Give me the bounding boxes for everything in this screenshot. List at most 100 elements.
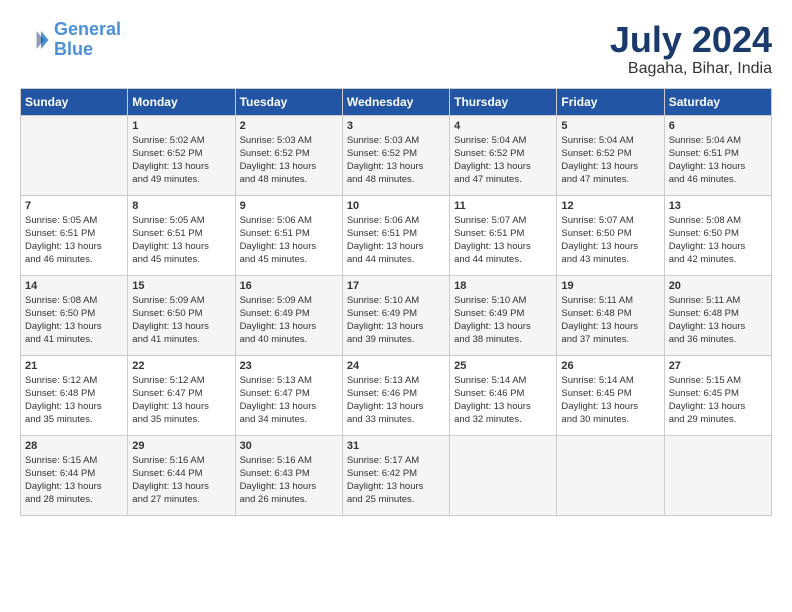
day-info: Sunrise: 5:04 AM Sunset: 6:51 PM Dayligh… — [669, 134, 767, 187]
day-info: Sunrise: 5:07 AM Sunset: 6:50 PM Dayligh… — [561, 214, 659, 267]
calendar-cell: 29Sunrise: 5:16 AM Sunset: 6:44 PM Dayli… — [128, 435, 235, 515]
calendar-cell: 19 Sunrise: 5:11 AM Sunset: 6:48 PM Dayli… — [557, 275, 664, 355]
day-number: 8 — [132, 200, 230, 212]
day-info: Sunrise: 5:13 AM Sunset: 6:47 PM Dayligh… — [240, 374, 338, 427]
calendar-cell: 14 Sunrise: 5:08 AM Sunset: 6:50 PM Dayli… — [21, 275, 128, 355]
calendar-cell: 12 Sunrise: 5:07 AM Sunset: 6:50 PM Dayli… — [557, 195, 664, 275]
calendar-cell: 24 Sunrise: 5:13 AM Sunset: 6:46 PM Dayli… — [342, 355, 449, 435]
day-number: 20 — [669, 280, 767, 292]
day-number: 22 — [132, 360, 230, 372]
calendar-cell: 5 Sunrise: 5:04 AM Sunset: 6:52 PM Daylig… — [557, 115, 664, 195]
calendar-cell: 3 Sunrise: 5:03 AM Sunset: 6:52 PM Daylig… — [342, 115, 449, 195]
day-info: Sunrise: 5:06 AM Sunset: 6:51 PM Dayligh… — [240, 214, 338, 267]
day-info: Sunrise: 5:10 AM Sunset: 6:49 PM Dayligh… — [454, 294, 552, 347]
calendar-cell: 20 Sunrise: 5:11 AM Sunset: 6:48 PM Dayli… — [664, 275, 771, 355]
calendar-cell: 15 Sunrise: 5:09 AM Sunset: 6:50 PM Dayli… — [128, 275, 235, 355]
month-year: July 2024 — [610, 20, 772, 60]
title-block: July 2024 Bagaha, Bihar, India — [610, 20, 772, 78]
day-number: 30 — [240, 440, 338, 452]
calendar-table: SundayMondayTuesdayWednesdayThursdayFrid… — [20, 88, 772, 516]
day-number: 25 — [454, 360, 552, 372]
day-info: Sunrise: 5:08 AM Sunset: 6:50 PM Dayligh… — [25, 294, 123, 347]
day-number: 24 — [347, 360, 445, 372]
calendar-cell: 13 Sunrise: 5:08 AM Sunset: 6:50 PM Dayli… — [664, 195, 771, 275]
calendar-cell: 26 Sunrise: 5:14 AM Sunset: 6:45 PM Dayli… — [557, 355, 664, 435]
day-number: 19 — [561, 280, 659, 292]
day-info: Sunrise: 5:15 AM Sunset: 6:44 PM Dayligh… — [25, 454, 123, 507]
calendar-cell: 1Sunrise: 5:02 AM Sunset: 6:52 PM Daylig… — [128, 115, 235, 195]
calendar-cell: 10 Sunrise: 5:06 AM Sunset: 6:51 PM Dayli… — [342, 195, 449, 275]
day-info: Sunrise: 5:06 AM Sunset: 6:51 PM Dayligh… — [347, 214, 445, 267]
calendar-cell: 7 Sunrise: 5:05 AM Sunset: 6:51 PM Daylig… — [21, 195, 128, 275]
calendar-cell: 17 Sunrise: 5:10 AM Sunset: 6:49 PM Dayli… — [342, 275, 449, 355]
day-info: Sunrise: 5:04 AM Sunset: 6:52 PM Dayligh… — [561, 134, 659, 187]
day-number: 14 — [25, 280, 123, 292]
day-info: Sunrise: 5:05 AM Sunset: 6:51 PM Dayligh… — [132, 214, 230, 267]
column-header-sunday: Sunday — [21, 88, 128, 115]
day-number: 7 — [25, 200, 123, 212]
day-number: 1 — [132, 120, 230, 132]
day-info: Sunrise: 5:14 AM Sunset: 6:45 PM Dayligh… — [561, 374, 659, 427]
day-info: Sunrise: 5:14 AM Sunset: 6:46 PM Dayligh… — [454, 374, 552, 427]
day-number: 2 — [240, 120, 338, 132]
day-number: 5 — [561, 120, 659, 132]
calendar-cell: 23 Sunrise: 5:13 AM Sunset: 6:47 PM Dayli… — [235, 355, 342, 435]
calendar-cell: 21Sunrise: 5:12 AM Sunset: 6:48 PM Dayli… — [21, 355, 128, 435]
calendar-cell: 8 Sunrise: 5:05 AM Sunset: 6:51 PM Daylig… — [128, 195, 235, 275]
calendar-week-1: 1Sunrise: 5:02 AM Sunset: 6:52 PM Daylig… — [21, 115, 772, 195]
day-number: 21 — [25, 360, 123, 372]
day-number: 23 — [240, 360, 338, 372]
day-info: Sunrise: 5:09 AM Sunset: 6:49 PM Dayligh… — [240, 294, 338, 347]
day-number: 11 — [454, 200, 552, 212]
day-number: 18 — [454, 280, 552, 292]
calendar-cell: 11Sunrise: 5:07 AM Sunset: 6:51 PM Dayli… — [450, 195, 557, 275]
day-info: Sunrise: 5:05 AM Sunset: 6:51 PM Dayligh… — [25, 214, 123, 267]
calendar-week-3: 14 Sunrise: 5:08 AM Sunset: 6:50 PM Dayli… — [21, 275, 772, 355]
calendar-week-2: 7 Sunrise: 5:05 AM Sunset: 6:51 PM Daylig… — [21, 195, 772, 275]
day-info: Sunrise: 5:08 AM Sunset: 6:50 PM Dayligh… — [669, 214, 767, 267]
day-number: 6 — [669, 120, 767, 132]
calendar-cell — [21, 115, 128, 195]
day-info: Sunrise: 5:11 AM Sunset: 6:48 PM Dayligh… — [561, 294, 659, 347]
calendar-cell: 4Sunrise: 5:04 AM Sunset: 6:52 PM Daylig… — [450, 115, 557, 195]
calendar-cell: 16 Sunrise: 5:09 AM Sunset: 6:49 PM Dayli… — [235, 275, 342, 355]
day-info: Sunrise: 5:03 AM Sunset: 6:52 PM Dayligh… — [347, 134, 445, 187]
column-header-thursday: Thursday — [450, 88, 557, 115]
day-number: 10 — [347, 200, 445, 212]
day-info: Sunrise: 5:10 AM Sunset: 6:49 PM Dayligh… — [347, 294, 445, 347]
calendar-cell: 30 Sunrise: 5:16 AM Sunset: 6:43 PM Dayli… — [235, 435, 342, 515]
calendar-cell: 25 Sunrise: 5:14 AM Sunset: 6:46 PM Dayli… — [450, 355, 557, 435]
day-info: Sunrise: 5:09 AM Sunset: 6:50 PM Dayligh… — [132, 294, 230, 347]
day-number: 12 — [561, 200, 659, 212]
column-header-wednesday: Wednesday — [342, 88, 449, 115]
day-info: Sunrise: 5:16 AM Sunset: 6:44 PM Dayligh… — [132, 454, 230, 507]
column-header-saturday: Saturday — [664, 88, 771, 115]
calendar-cell: 6 Sunrise: 5:04 AM Sunset: 6:51 PM Daylig… — [664, 115, 771, 195]
day-number: 16 — [240, 280, 338, 292]
calendar-cell: 27 Sunrise: 5:15 AM Sunset: 6:45 PM Dayli… — [664, 355, 771, 435]
day-info: Sunrise: 5:15 AM Sunset: 6:45 PM Dayligh… — [669, 374, 767, 427]
day-number: 31 — [347, 440, 445, 452]
day-number: 27 — [669, 360, 767, 372]
logo: General Blue — [20, 20, 121, 60]
column-header-friday: Friday — [557, 88, 664, 115]
day-info: Sunrise: 5:11 AM Sunset: 6:48 PM Dayligh… — [669, 294, 767, 347]
calendar-cell: 9Sunrise: 5:06 AM Sunset: 6:51 PM Daylig… — [235, 195, 342, 275]
day-number: 15 — [132, 280, 230, 292]
calendar-cell — [557, 435, 664, 515]
day-number: 28 — [25, 440, 123, 452]
day-info: Sunrise: 5:13 AM Sunset: 6:46 PM Dayligh… — [347, 374, 445, 427]
day-number: 4 — [454, 120, 552, 132]
day-number: 26 — [561, 360, 659, 372]
day-info: Sunrise: 5:03 AM Sunset: 6:52 PM Dayligh… — [240, 134, 338, 187]
day-info: Sunrise: 5:12 AM Sunset: 6:47 PM Dayligh… — [132, 374, 230, 427]
logo-text: General Blue — [54, 20, 121, 60]
day-info: Sunrise: 5:16 AM Sunset: 6:43 PM Dayligh… — [240, 454, 338, 507]
day-number: 17 — [347, 280, 445, 292]
day-number: 3 — [347, 120, 445, 132]
calendar-cell: 31Sunrise: 5:17 AM Sunset: 6:42 PM Dayli… — [342, 435, 449, 515]
calendar-cell: 22 Sunrise: 5:12 AM Sunset: 6:47 PM Dayli… — [128, 355, 235, 435]
day-number: 13 — [669, 200, 767, 212]
calendar-cell — [664, 435, 771, 515]
location: Bagaha, Bihar, India — [610, 60, 772, 78]
